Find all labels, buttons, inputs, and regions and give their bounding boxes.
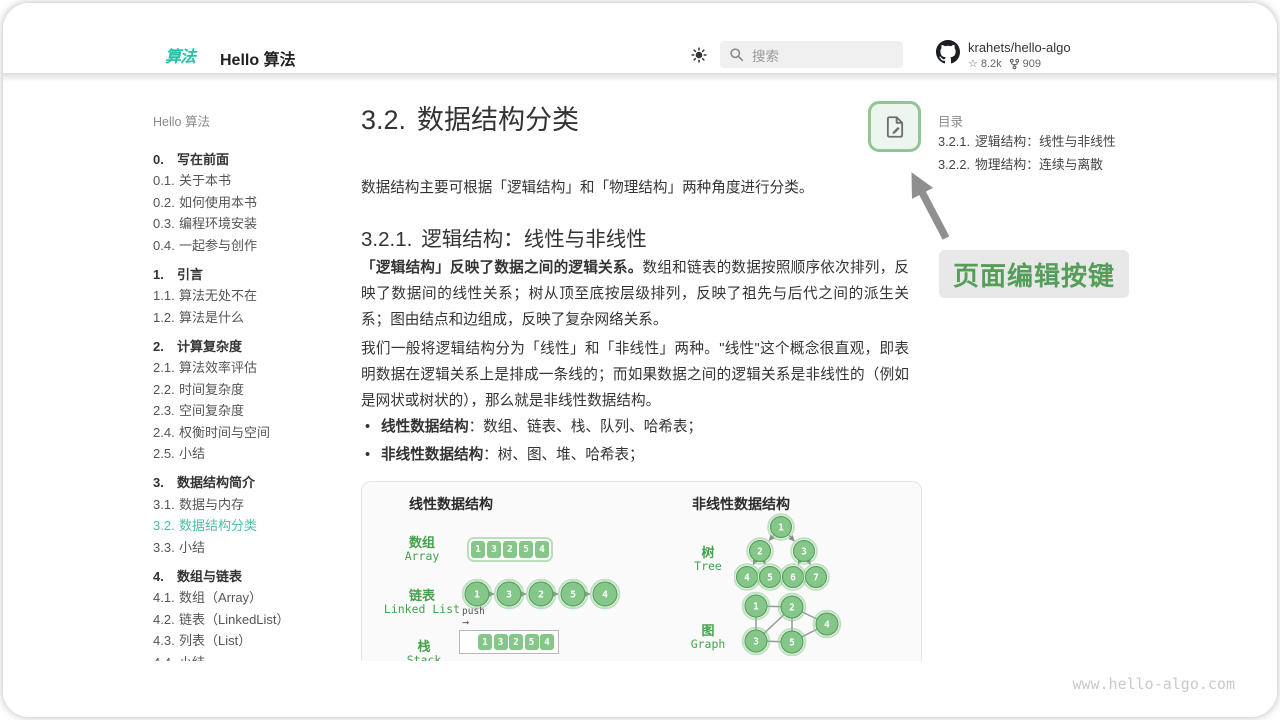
edit-page-button[interactable]	[868, 101, 921, 152]
figure-left-title: 线性数据结构	[409, 494, 493, 514]
sidebar-item[interactable]: 4.3.列表（List）	[153, 630, 338, 652]
tree-graphic: 1 2 3 4 5 6 7	[734, 513, 830, 591]
sidebar-item[interactable]: 4.2.链表（LinkedList）	[153, 609, 338, 631]
paragraph: 「逻辑结构」反映了数据之间的逻辑关系。数组和链表的数据按照顺序依次排列，反映了数…	[361, 255, 909, 333]
figure-right-title: 非线性数据结构	[692, 494, 790, 514]
toc-item[interactable]: 3.2.2.物理结构：连续与离散	[938, 154, 1116, 177]
sidebar-item[interactable]: 4.1.数组（Array）	[153, 587, 338, 609]
site-logo-icon[interactable]: 算法	[165, 43, 195, 67]
sidebar-item[interactable]: 2.4.权衡时间与空间	[153, 422, 338, 444]
svg-text:3: 3	[801, 546, 807, 557]
svg-text:2: 2	[757, 546, 763, 557]
page-title: 3.2.数据结构分类	[361, 102, 579, 139]
search-placeholder: 搜索	[752, 45, 779, 65]
graph-graphic: 1 2 3 4 5	[740, 590, 846, 656]
paragraph: 我们一般将逻辑结构分为「线性」和「非线性」两种。"线性"这个概念很直观，即表明数…	[361, 336, 909, 414]
sidebar-item[interactable]: 3.3.小结	[153, 537, 338, 559]
annotation-arrow-icon	[891, 155, 961, 250]
star-icon: ☆	[968, 57, 978, 70]
repo-forks: 909	[1023, 58, 1041, 70]
header-divider	[3, 73, 1277, 82]
theme-toggle-button[interactable]	[689, 46, 709, 66]
repo-name: krahets/hello-algo	[968, 40, 1071, 55]
svg-text:1: 1	[778, 522, 784, 533]
edit-file-icon	[882, 114, 908, 140]
svg-text:1: 1	[753, 601, 759, 612]
sidebar-item[interactable]: 2.3.空间复杂度	[153, 400, 338, 422]
bottom-mask: www.hello-algo.com	[3, 661, 1277, 717]
svg-text:3: 3	[753, 636, 759, 647]
annotation-label: 页面编辑按键	[939, 250, 1129, 298]
section-heading: 3.2.1.逻辑结构：线性与非线性	[361, 223, 647, 257]
sidebar-site-title: Hello 算法	[153, 111, 210, 130]
sidebar-section-title[interactable]: 2.计算复杂度	[153, 336, 338, 358]
search-icon	[729, 47, 744, 62]
stack-graphic: 13254	[459, 630, 559, 654]
site-title[interactable]: Hello 算法	[220, 46, 296, 70]
toc-item[interactable]: 3.2.1.逻辑结构：线性与非线性	[938, 131, 1116, 154]
sidebar-item[interactable]: 0.2.如何使用本书	[153, 192, 338, 214]
bullet-item: •线性数据结构：数组、链表、栈、队列、哈希表；	[365, 415, 702, 443]
sidebar-item[interactable]: 0.3.编程环境安装	[153, 213, 338, 235]
repo-stars: 8.2k	[981, 58, 1002, 70]
github-icon	[936, 40, 960, 64]
svg-text:4: 4	[602, 590, 608, 601]
watermark: www.hello-algo.com	[1072, 675, 1235, 693]
sun-icon	[690, 46, 708, 64]
github-repo-link[interactable]: krahets/hello-algo ☆ 8.2k 909	[936, 40, 1071, 70]
intro-paragraph: 数据结构主要可根据「逻辑结构」和「物理结构」两种角度进行分类。	[361, 175, 813, 201]
sidebar-item[interactable]: 0.4.一起参与创作	[153, 235, 338, 257]
svg-text:5: 5	[767, 572, 773, 583]
array-graphic: 13254	[469, 539, 551, 560]
sidebar-item[interactable]: 3.2.数据结构分类	[153, 515, 338, 537]
fork-icon	[1009, 58, 1020, 70]
search-box[interactable]: 搜索	[720, 41, 903, 68]
sidebar-item[interactable]: 1.1.算法无处不在	[153, 285, 338, 307]
svg-text:4: 4	[744, 572, 750, 583]
bullet-list: •线性数据结构：数组、链表、栈、队列、哈希表；•非线性数据结构：树、图、堆、哈希…	[365, 415, 702, 471]
sidebar-item[interactable]: 0.1.关于本书	[153, 170, 338, 192]
sidebar-section-title[interactable]: 0.写在前面	[153, 149, 338, 171]
sidebar-item[interactable]: 2.5.小结	[153, 443, 338, 465]
toc-title: 目录	[938, 111, 963, 130]
svg-text:4: 4	[824, 619, 830, 630]
svg-text:2: 2	[538, 590, 544, 601]
svg-text:3: 3	[506, 590, 512, 601]
sidebar-item[interactable]: 2.1.算法效率评估	[153, 357, 338, 379]
push-label: push→	[462, 607, 485, 627]
svg-text:5: 5	[789, 637, 795, 648]
sidebar-item[interactable]: 2.2.时间复杂度	[153, 379, 338, 401]
linked-list-graphic: 1 3 2 5 4	[462, 578, 622, 610]
svg-text:2: 2	[789, 602, 795, 613]
sidebar-section-title[interactable]: 3.数据结构简介	[153, 472, 338, 494]
sidebar-item[interactable]: 1.2.算法是什么	[153, 307, 338, 329]
svg-text:5: 5	[570, 590, 576, 601]
sidebar-section-title[interactable]: 4.数组与链表	[153, 566, 338, 588]
svg-text:1: 1	[474, 590, 480, 601]
bullet-item: •非线性数据结构：树、图、堆、哈希表；	[365, 443, 702, 471]
svg-text:7: 7	[813, 572, 819, 583]
sidebar-section-title[interactable]: 1.引言	[153, 264, 338, 286]
svg-text:6: 6	[790, 572, 796, 583]
sidebar-item[interactable]: 3.1.数据与内存	[153, 494, 338, 516]
page: 算法 Hello 算法 搜索	[3, 3, 1277, 717]
